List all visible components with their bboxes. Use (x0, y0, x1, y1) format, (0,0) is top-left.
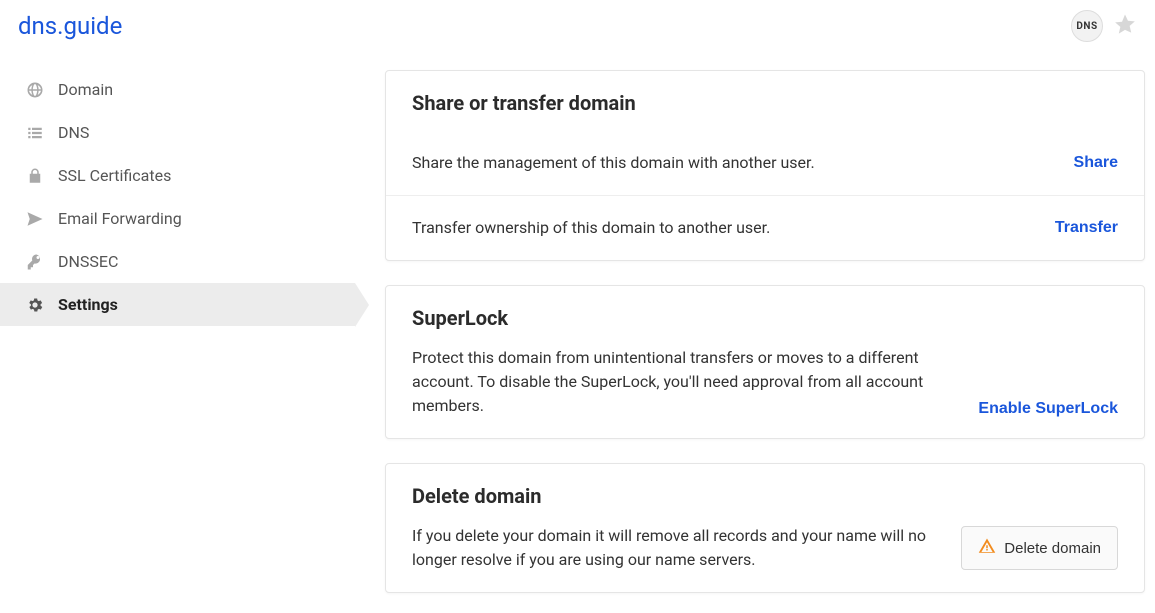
header-actions: DNS (1071, 10, 1137, 42)
share-button[interactable]: Share (1074, 154, 1118, 172)
superlock-description: Protect this domain from unintentional t… (412, 346, 954, 418)
delete-domain-title: Delete domain (412, 484, 1118, 508)
star-icon[interactable] (1113, 12, 1137, 40)
delete-domain-description: If you delete your domain it will remove… (412, 524, 937, 572)
sidebar: Domain DNS SSL Certificates Email Forwar… (0, 50, 355, 613)
globe-icon (26, 81, 44, 99)
sidebar-item-label: SSL Certificates (58, 166, 171, 185)
share-description: Share the management of this domain with… (412, 151, 815, 175)
paper-plane-icon (26, 210, 44, 228)
header: dns.guide DNS (0, 0, 1155, 50)
sidebar-item-label: Settings (58, 295, 118, 314)
sidebar-item-dns[interactable]: DNS (0, 111, 355, 154)
sidebar-item-settings[interactable]: Settings (0, 283, 355, 326)
share-transfer-card: Share or transfer domain Share the manag… (385, 70, 1145, 261)
share-transfer-title: Share or transfer domain (412, 91, 1118, 115)
domain-name[interactable]: dns.guide (18, 12, 122, 40)
main-content: Share or transfer domain Share the manag… (355, 50, 1155, 613)
delete-domain-card: Delete domain If you delete your domain … (385, 463, 1145, 593)
transfer-description: Transfer ownership of this domain to ano… (412, 216, 770, 240)
gear-icon (26, 296, 44, 314)
sidebar-item-dnssec[interactable]: DNSSEC (0, 240, 355, 283)
warning-icon (978, 537, 996, 559)
enable-superlock-button[interactable]: Enable SuperLock (978, 400, 1118, 418)
transfer-button[interactable]: Transfer (1055, 219, 1118, 237)
sidebar-item-label: Email Forwarding (58, 209, 182, 228)
sidebar-item-ssl[interactable]: SSL Certificates (0, 154, 355, 197)
superlock-title: SuperLock (412, 306, 1118, 330)
lock-icon (26, 167, 44, 185)
sidebar-item-email-forwarding[interactable]: Email Forwarding (0, 197, 355, 240)
key-icon (26, 253, 44, 271)
sidebar-item-label: Domain (58, 80, 113, 99)
sidebar-item-domain[interactable]: Domain (0, 68, 355, 111)
sidebar-item-label: DNS (58, 123, 89, 142)
delete-domain-button[interactable]: Delete domain (961, 526, 1118, 570)
delete-domain-button-label: Delete domain (1004, 540, 1101, 557)
superlock-card: SuperLock Protect this domain from unint… (385, 285, 1145, 439)
list-icon (26, 124, 44, 142)
sidebar-item-label: DNSSEC (58, 252, 118, 271)
dns-badge[interactable]: DNS (1071, 10, 1103, 42)
